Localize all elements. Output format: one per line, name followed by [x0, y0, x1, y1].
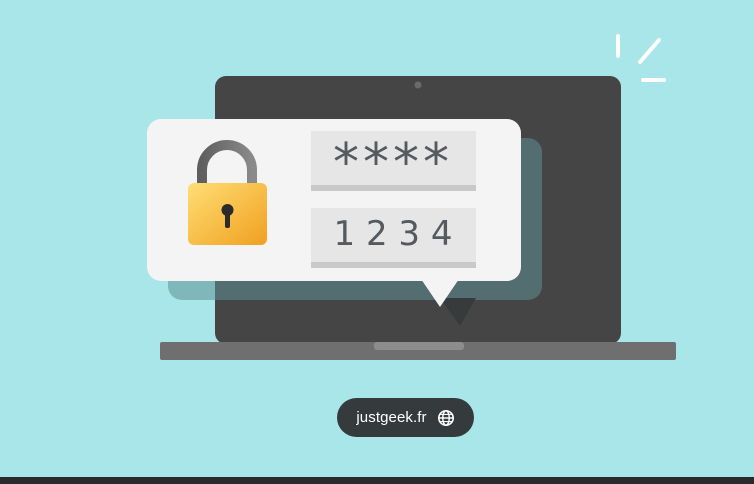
bottom-bar: [0, 477, 754, 484]
hero-image: **** 1 2 3 4 justgeek.fr: [0, 0, 754, 484]
masked-password-field: ****: [311, 131, 476, 193]
spark-lines-icon: [616, 34, 666, 82]
globe-icon: [437, 409, 454, 426]
laptop-notch: [374, 342, 464, 350]
revealed-password-text: 1 2 3 4: [334, 214, 453, 254]
source-badge-label: justgeek.fr: [356, 409, 427, 426]
laptop-camera: [414, 81, 422, 89]
source-badge[interactable]: justgeek.fr: [337, 398, 474, 437]
masked-password-text: ****: [333, 133, 453, 193]
revealed-password-field: 1 2 3 4: [311, 208, 476, 268]
